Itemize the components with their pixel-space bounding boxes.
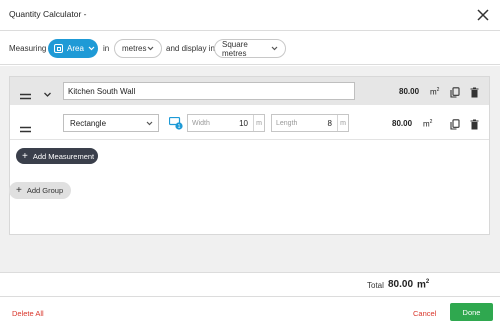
dimension-badge: 1 [178, 124, 181, 130]
shape-select[interactable]: Rectangle [63, 114, 159, 132]
plus-icon: + [22, 150, 28, 162]
groups-area: Kitchen South Wall 80.00 m2 Rectangle 1 … [0, 66, 500, 272]
display-label: and display in [166, 44, 215, 53]
group-total: 80.00 [399, 87, 420, 96]
width-value: 10 [239, 119, 248, 128]
measure-type-select[interactable]: Area [48, 39, 98, 58]
length-unit: m [337, 115, 348, 131]
display-unit-select[interactable]: Square metres [214, 39, 286, 58]
chevron-down-icon [88, 44, 95, 53]
unit-select[interactable]: metres [114, 39, 162, 58]
total-bar: Total 80.00 m2 [0, 272, 500, 297]
total-unit: m2 [417, 279, 430, 291]
area-icon [54, 44, 63, 53]
dialog-title: Quantity Calculator - [9, 9, 87, 19]
measure-type-value: Area [67, 44, 84, 53]
width-field[interactable]: Width 10 m [187, 114, 265, 132]
measurement-group: Kitchen South Wall 80.00 m2 Rectangle 1 … [9, 76, 490, 235]
unit-select-value: metres [122, 44, 147, 53]
group-name-input[interactable]: Kitchen South Wall [63, 82, 355, 100]
add-measurement-label: Add Measurement [32, 151, 95, 161]
shape-select-value: Rectangle [70, 118, 107, 128]
measurement-total: 80.00 [392, 119, 413, 128]
measuring-bar: Measuring Area in metres and display in … [0, 32, 500, 65]
drag-handle-icon[interactable] [20, 120, 31, 138]
done-button[interactable]: Done [450, 303, 493, 321]
copy-icon[interactable] [450, 117, 460, 135]
dialog-header: Quantity Calculator - [0, 0, 500, 31]
copy-icon[interactable] [450, 85, 460, 103]
add-measurement-button[interactable]: + Add Measurement [16, 148, 98, 164]
dialog-footer: Delete All Cancel Done [0, 298, 500, 328]
group-unit: m2 [430, 87, 440, 97]
delete-all-button[interactable]: Delete All [12, 309, 44, 318]
width-unit: m [253, 115, 264, 131]
group-header: Kitchen South Wall 80.00 m2 [10, 77, 489, 105]
length-field[interactable]: Length 8 m [271, 114, 349, 132]
add-group-button[interactable]: + Add Group [9, 182, 71, 199]
display-unit-value: Square metres [222, 39, 248, 58]
close-icon[interactable] [474, 6, 492, 24]
measurement-unit: m2 [423, 119, 433, 129]
trash-icon[interactable] [470, 85, 479, 103]
length-placeholder: Length [276, 120, 298, 127]
quantity-calculator-dialog: Quantity Calculator - Measuring Area in … [0, 0, 500, 328]
chevron-down-icon [147, 44, 154, 53]
add-group-label: Add Group [26, 186, 64, 195]
plus-icon: + [16, 185, 22, 196]
length-value: 8 [327, 119, 332, 128]
cancel-button[interactable]: Cancel [413, 309, 436, 318]
trash-icon[interactable] [470, 117, 479, 135]
total-value: 80.00 [388, 279, 414, 290]
chevron-down-icon [271, 44, 278, 53]
measuring-label: Measuring [9, 44, 47, 53]
measurement-row: Rectangle 1 Width 10 m Length 8 m 80.00 … [10, 106, 489, 140]
drag-handle-icon[interactable] [20, 87, 31, 105]
in-label: in [103, 44, 110, 53]
chevron-down-icon[interactable] [43, 86, 52, 104]
total-label: Total [367, 281, 384, 290]
width-placeholder: Width [192, 120, 210, 127]
dimension-icon[interactable]: 1 [168, 116, 183, 135]
chevron-down-icon [146, 119, 153, 128]
